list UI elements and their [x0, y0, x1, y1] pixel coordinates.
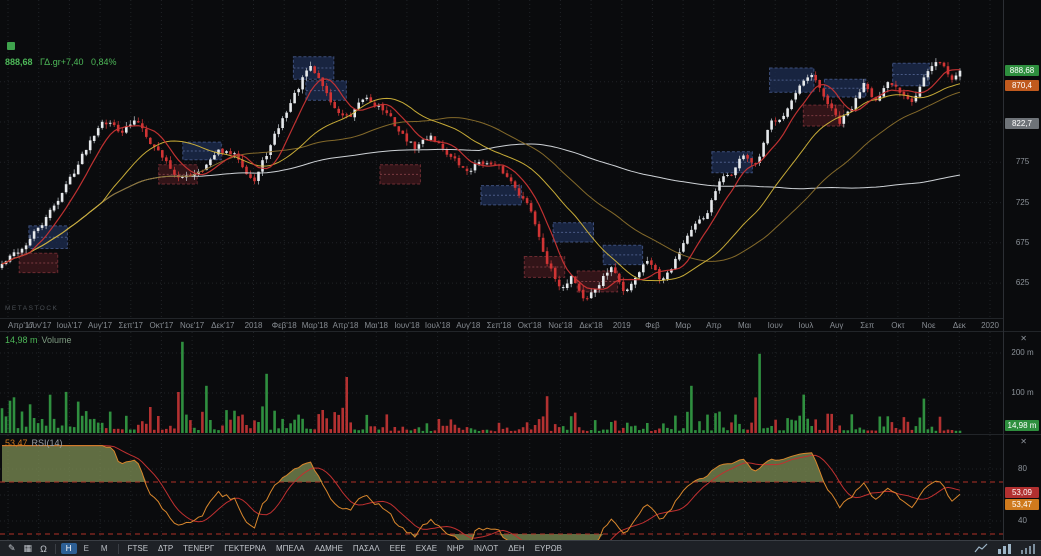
metastock-watermark: METASTOCK — [5, 305, 59, 312]
ticker-tab-ΑΔΜΗΕ[interactable]: ΑΔΜΗΕ — [309, 544, 347, 553]
time-axis-label: Μαρ'18 — [301, 321, 329, 330]
time-axis-label: Ιουλ'17 — [56, 321, 83, 330]
rsi-chart-canvas[interactable] — [0, 435, 1041, 541]
ticker-tab-ΕΧΑΕ[interactable]: ΕΧΑΕ — [411, 544, 442, 553]
volume-chart-canvas[interactable] — [0, 332, 1041, 435]
time-axis-label: 2020 — [981, 321, 999, 330]
rsi-header-label: 53,47 RSI(14) — [5, 438, 63, 448]
time-axis-label: Φεβ — [645, 321, 660, 330]
rsi-panel: 53,47RSI(14) 806040 53,09 53,47 ✕ — [0, 434, 1041, 541]
time-axis-label: Μαι — [737, 321, 752, 330]
volume-name-text: Volume — [41, 335, 72, 345]
time-axis-label: Σεπ — [860, 321, 875, 330]
layout-grid-button[interactable]: ▦ — [20, 543, 37, 554]
time-axis-label: Δεκ'17 — [211, 321, 235, 330]
toolbar-tools: ✎ ▦ Ω — [4, 543, 51, 554]
axis-separator — [1003, 0, 1004, 540]
symbol-text: ΓΔ.gr — [40, 57, 61, 67]
period-button-Η[interactable]: Η — [60, 543, 77, 554]
rsi-value-text: 53,47 — [5, 438, 28, 448]
time-axis-label: Νοε'17 — [180, 321, 205, 330]
omega-tool-button[interactable]: Ω — [36, 544, 51, 554]
period-button-Ε[interactable]: Ε — [79, 543, 94, 554]
price-chart-canvas[interactable] — [0, 0, 1041, 318]
last-price-text: 888,68 — [5, 57, 33, 67]
time-axis-label: Αυγ'18 — [456, 321, 481, 330]
ticker-tab-ΤΕΝΕΡΓ[interactable]: ΤΕΝΕΡΓ — [178, 544, 219, 553]
column-chart-icon[interactable] — [1020, 543, 1035, 554]
time-axis-label: Ιουλ — [798, 321, 814, 330]
ticker-tab-ΙΝΛΟΤ[interactable]: ΙΝΛΟΤ — [469, 544, 503, 553]
time-axis-label: Ιουν — [767, 321, 783, 330]
volume-axis-label: 100 m — [1011, 388, 1034, 397]
ticker-tab-ΜΠΕΛΑ[interactable]: ΜΠΕΛΑ — [271, 544, 309, 553]
time-axis-label: Αυγ — [829, 321, 844, 330]
volume-header-label: 14,98 m Volume — [5, 335, 72, 345]
close-volume-icon[interactable]: ✕ — [1020, 334, 1027, 344]
ticker-tab-ΓΕΚΤΕΡΝΑ[interactable]: ΓΕΚΤΕΡΝΑ — [219, 544, 271, 553]
time-axis-label: Σεπ'18 — [486, 321, 512, 330]
volume-badge: 14,98 m — [1005, 420, 1039, 431]
time-axis-label: Αυγ'17 — [87, 321, 113, 330]
time-axis-label: Ιουλ'18 — [424, 321, 451, 330]
volume-panel: 14,98 m Volume 200 m 100 m 14,98 m ✕ — [0, 331, 1041, 435]
time-axis-label: Νοε'18 — [548, 321, 573, 330]
time-axis-label: Φεβ'18 — [271, 321, 297, 330]
ma-fast-badge: 870,4 — [1005, 80, 1039, 92]
time-axis-label: Απρ'18 — [332, 321, 359, 330]
time-axis-label: 2019 — [612, 321, 631, 330]
toolbar-separator — [54, 543, 56, 554]
trading-app: 888,68 ΓΔ.gr+7,40 0,84% METASTOCK 825775… — [0, 0, 1041, 556]
time-axis-label: Σεπ'17 — [118, 321, 143, 330]
rsi-axis-label: 40 — [1018, 516, 1027, 525]
close-rsi-icon[interactable]: ✕ — [1020, 437, 1027, 447]
time-axis[interactable]: Απρ'17 Ιουν'17 Ιουλ'17 Αυγ'17 Σεπ'17 Οκτ'17 Νο… — [0, 318, 1003, 331]
ticker-tab-ΠΑΣΑΛ[interactable]: ΠΑΣΑΛ — [348, 544, 385, 553]
change-pct-text: 0,84% — [91, 57, 117, 67]
toolbar-periods: ΗΕΜ — [60, 543, 114, 554]
period-button-Μ[interactable]: Μ — [96, 543, 113, 554]
bottom-toolbar: ✎ ▦ Ω ΗΕΜ FTSE ΔΤΡ ΤΕΝΕΡΓ ΓΕΚΤΕΡΝΑ ΜΠΕΛΑ ΑΔΜΗΕ Π… — [0, 540, 1041, 556]
volume-value-text: 14,98 m — [5, 335, 38, 345]
price-chart-panel: 888,68 ΓΔ.gr+7,40 0,84% METASTOCK 825775… — [0, 0, 1041, 318]
ticker-tab-ΝΗΡ[interactable]: ΝΗΡ — [442, 544, 469, 553]
ticker-tab-ΔΤΡ[interactable]: ΔΤΡ — [153, 544, 178, 553]
price-axis-label: 725 — [1015, 197, 1030, 207]
last-price-badge: 888,68 — [1005, 64, 1039, 76]
toolbar-tickers: FTSE ΔΤΡ ΤΕΝΕΡΓ ΓΕΚΤΕΡΝΑ ΜΠΕΛΑ ΑΔΜΗΕ ΠΑΣΑΛ ΕΕΕ Ε… — [123, 544, 567, 553]
ma-long-badge: 822,7 — [1005, 117, 1039, 129]
time-axis-label: Δεκ — [952, 321, 966, 330]
time-axis-label: Μαι'18 — [364, 321, 389, 330]
time-axis-label: Νοε — [921, 321, 936, 330]
time-axis-label: Απρ — [706, 321, 722, 330]
time-axis-label: Ιουν'18 — [394, 321, 420, 330]
time-axis-label: Μαρ — [675, 321, 692, 330]
ticker-tab-ΔΕΗ[interactable]: ΔΕΗ — [503, 544, 529, 553]
time-axis-label: Οκτ'17 — [149, 321, 174, 330]
rsi-signal-badge: 53,09 — [1005, 487, 1039, 499]
time-axis-label: Δεκ'18 — [579, 321, 603, 330]
toolbar-separator — [117, 543, 119, 554]
bar-chart-icon[interactable] — [997, 543, 1012, 554]
green-marker-icon[interactable] — [7, 42, 15, 50]
volume-axis-label: 200 m — [1011, 348, 1034, 357]
time-axis-label: 2018 — [244, 321, 263, 330]
change-text: +7,40 — [60, 57, 84, 67]
ticker-tab-ΕΕΕ[interactable]: ΕΕΕ — [385, 544, 411, 553]
toolbar-right-icons — [974, 543, 1037, 554]
price-axis-label: 625 — [1015, 278, 1030, 288]
draw-tool-button[interactable]: ✎ — [4, 543, 20, 554]
rsi-axis-label: 80 — [1018, 464, 1027, 473]
price-axis-label: 775 — [1015, 157, 1030, 167]
time-axis-label: Ιουν'17 — [25, 321, 52, 330]
line-chart-icon[interactable] — [974, 543, 989, 554]
symbol-quote-label: 888,68 ΓΔ.gr+7,40 0,84% — [5, 57, 117, 67]
time-axis-label: Οκτ — [891, 321, 905, 330]
ticker-tab-FTSE[interactable]: FTSE — [123, 544, 153, 553]
rsi-name-text: RSI(14) — [31, 438, 63, 448]
rsi-value-badge: 53,47 — [1005, 499, 1039, 511]
time-axis-label: Οκτ'18 — [517, 321, 542, 330]
price-axis-label: 675 — [1015, 237, 1030, 247]
ticker-tab-ΕΥΡΩΒ[interactable]: ΕΥΡΩΒ — [530, 544, 567, 553]
